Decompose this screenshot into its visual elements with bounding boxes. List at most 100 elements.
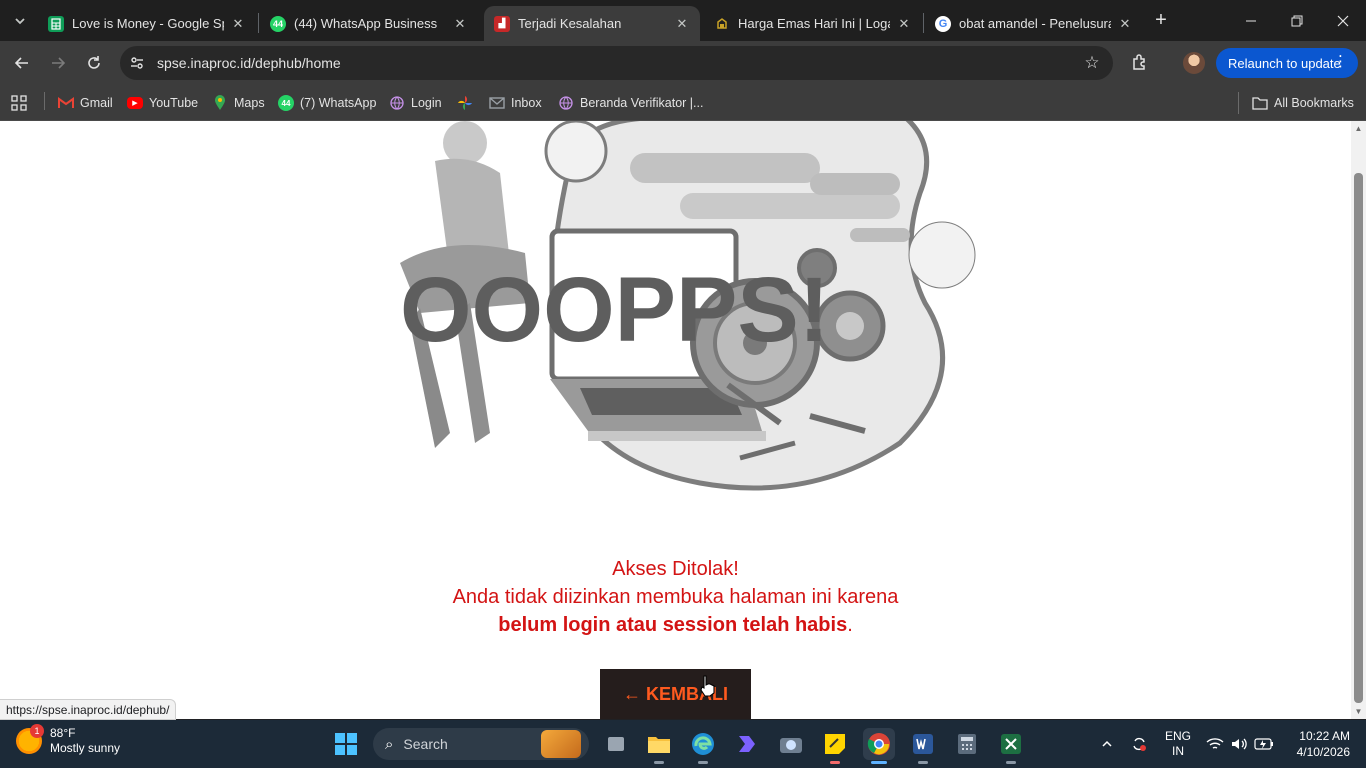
clock-date: 4/10/2026 <box>1296 745 1350 759</box>
scrollbar-thumb[interactable] <box>1354 173 1363 703</box>
search-highlight-icon <box>541 730 581 758</box>
taskbar-sticky-notes[interactable] <box>819 728 851 764</box>
weather-widget[interactable]: 1 88°F Mostly sunny <box>16 724 120 756</box>
ooopps-text: OOOPPS! <box>400 259 829 361</box>
bookmark-whatsapp[interactable]: 44 (7) WhatsApp <box>278 92 376 114</box>
back-button[interactable] <box>8 49 36 77</box>
extensions-icon[interactable] <box>1127 49 1153 75</box>
tab-title: obat amandel - Penelusuran <box>959 16 1111 31</box>
restore-button[interactable] <box>1274 0 1320 41</box>
taskbar-excel[interactable] <box>995 728 1027 764</box>
taskbar-camera[interactable] <box>775 728 807 760</box>
close-icon[interactable]: ✕ <box>230 16 246 32</box>
bookmark-login[interactable]: Login <box>389 92 442 114</box>
taskbar-file-explorer[interactable] <box>643 728 675 764</box>
taskbar-calculator[interactable] <box>951 728 983 760</box>
task-view-button[interactable] <box>600 728 632 760</box>
sticky-notes-icon <box>825 734 845 754</box>
relaunch-to-update-button[interactable]: Relaunch to update ⋮ <box>1216 48 1358 78</box>
bookmark-inbox[interactable]: Inbox <box>489 92 542 114</box>
excel-icon <box>1001 734 1021 754</box>
youtube-icon: ▶ <box>127 97 143 109</box>
bookmark-label: Inbox <box>511 96 542 110</box>
globe-icon <box>389 95 405 111</box>
whatsapp-icon: 44 <box>278 95 294 111</box>
apps-button[interactable] <box>11 92 27 114</box>
bookmark-label: YouTube <box>149 96 199 110</box>
running-indicator <box>871 761 887 764</box>
site-info-icon[interactable] <box>124 50 150 76</box>
bookmark-star-icon[interactable]: ☆ <box>1077 53 1107 73</box>
bookmark-separator <box>1238 92 1239 114</box>
bookmark-label: Maps <box>234 96 265 110</box>
taskbar-search[interactable]: ⌕ Search <box>373 728 589 760</box>
bookmark-youtube[interactable]: ▶ YouTube <box>127 92 198 114</box>
running-indicator <box>918 761 928 764</box>
close-window-button[interactable] <box>1320 0 1366 41</box>
tab-search-button[interactable] <box>6 7 34 35</box>
forward-button[interactable] <box>44 49 72 77</box>
chrome-icon <box>867 733 890 755</box>
taskbar-copilot[interactable] <box>731 728 763 760</box>
scroll-up-icon[interactable]: ▲ <box>1354 124 1363 133</box>
close-icon[interactable]: ✕ <box>674 16 690 32</box>
session-expired-text: belum login atau session telah habis <box>498 614 848 636</box>
profile-avatar[interactable] <box>1183 52 1205 74</box>
scroll-down-icon[interactable]: ▼ <box>1354 707 1363 716</box>
tab-title: Harga Emas Hari Ini | Logam <box>738 16 890 31</box>
bookmark-label: (7) WhatsApp <box>300 96 377 110</box>
pinwheel-icon <box>457 95 473 111</box>
language-indicator[interactable]: ENG IN <box>1160 720 1196 768</box>
tab-whatsapp-business[interactable]: 44 (44) WhatsApp Business ✕ <box>260 6 478 41</box>
restore-icon <box>1291 15 1303 26</box>
kembali-button[interactable]: ← KEMBALI <box>600 669 751 719</box>
url-text[interactable]: spse.inaproc.id/dephub/home <box>157 55 1077 71</box>
start-button[interactable] <box>330 728 362 760</box>
bookmark-separator <box>44 92 45 110</box>
taskbar-word[interactable] <box>907 728 939 764</box>
bookmark-beranda-verifikator[interactable]: Beranda Verifikator |... <box>558 92 703 114</box>
taskbar-clock[interactable]: 10:22 AM 4/10/2026 <box>1284 728 1350 760</box>
battery-icon[interactable] <box>1252 720 1276 768</box>
tray-sync-icon[interactable] <box>1128 720 1150 768</box>
close-icon[interactable]: ✕ <box>452 16 468 32</box>
bookmark-gmail[interactable]: Gmail <box>58 92 113 114</box>
taskbar-chrome[interactable] <box>863 728 895 764</box>
all-bookmarks-label: All Bookmarks <box>1274 96 1354 110</box>
windows-taskbar: 1 88°F Mostly sunny ⌕ Search ENG IN 10:2… <box>0 720 1366 768</box>
reload-button[interactable] <box>80 49 108 77</box>
address-bar[interactable]: spse.inaproc.id/dephub/home ☆ <box>120 46 1113 80</box>
page-scrollbar[interactable]: ▲ ▼ <box>1351 121 1366 719</box>
globe-icon <box>558 95 574 111</box>
folder-icon <box>1252 95 1268 111</box>
tab-harga-emas[interactable]: Harga Emas Hari Ini | Logam ✕ <box>704 6 922 41</box>
minimize-icon <box>1246 20 1256 21</box>
tab-terjadi-kesalahan[interactable]: ▟ Terjadi Kesalahan ✕ <box>484 6 700 41</box>
close-icon[interactable]: ✕ <box>896 16 912 32</box>
all-bookmarks-button[interactable]: All Bookmarks <box>1252 92 1354 114</box>
bookmark-pinwheel[interactable] <box>457 92 479 114</box>
tab-google-search[interactable]: G obat amandel - Penelusuran ✕ <box>925 6 1143 41</box>
bookmark-maps[interactable]: Maps <box>212 92 265 114</box>
volume-icon[interactable] <box>1228 720 1250 768</box>
tab-strip: Love is Money - Google Spre ✕ 44 (44) Wh… <box>0 0 1366 41</box>
new-tab-button[interactable]: + <box>1149 8 1173 32</box>
period-text: . <box>847 614 853 636</box>
reload-icon <box>88 56 100 69</box>
apps-grid-icon <box>11 95 27 111</box>
close-icon[interactable]: ✕ <box>1117 16 1133 32</box>
relaunch-label: Relaunch to update <box>1228 55 1341 71</box>
minimize-button[interactable] <box>1228 0 1274 41</box>
taskbar-edge[interactable] <box>687 728 719 764</box>
arrow-right-icon <box>52 57 66 69</box>
access-denied-heading: Akses Ditolak! <box>612 558 739 580</box>
bookmark-label: Login <box>411 96 442 110</box>
search-placeholder: Search <box>403 736 448 752</box>
wifi-icon[interactable] <box>1204 720 1226 768</box>
arrow-left-icon <box>14 57 28 69</box>
tab-google-sheets[interactable]: Love is Money - Google Spre ✕ <box>38 6 256 41</box>
chevron-down-icon <box>15 18 25 25</box>
tray-overflow-button[interactable] <box>1096 720 1118 768</box>
more-vert-icon: ⋮ <box>1333 53 1348 70</box>
lkpp-icon: ▟ <box>494 15 510 32</box>
